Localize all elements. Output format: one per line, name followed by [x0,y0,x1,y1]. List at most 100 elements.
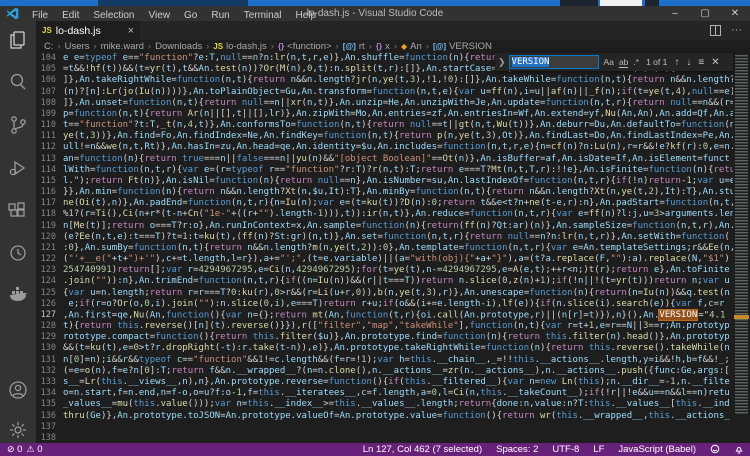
code-line-128[interactable]: 128t){return this.reverse()[n](t).revers… [36,321,733,332]
code-line-110[interactable]: 110t=="function"?t:T,_t(n,4,t)},An.confo… [36,120,733,131]
code-line-106[interactable]: 106]},An.takeRightWhile=function(n,t){re… [36,75,733,86]
code-line-121[interactable]: 121:0},An.sumBy=function(n,t){return n&&… [36,243,733,254]
code-line-123[interactable]: 123254740991)return[];var r=4294967295,e… [36,265,733,276]
breadcrumb-item--function-[interactable]: {}<function> [278,41,332,52]
status-eol[interactable]: LF [593,444,604,455]
code-text: ("'+__e("+t+")+'"),c+=t.length,l=r}),a+=… [63,254,730,265]
status-encoding[interactable]: UTF-8 [552,444,579,455]
line-number: 111 [36,131,63,142]
code-line-126[interactable]: 126 e;if(r=o?Or(o,0,i).join(""):n.slice(… [36,299,733,310]
breadcrumb-item-mike-ward[interactable]: mike.ward [101,41,144,52]
code-line-133[interactable]: 133s__=Lr(this.__views__,n),n},An.protot… [36,377,733,388]
bell-icon[interactable] [734,444,744,455]
code-line-136[interactable]: 136thru(Ge)},An.prototype.toJSON=An.prot… [36,411,733,422]
status-language-mode[interactable]: JavaScript (Babel) [618,444,696,455]
code-line-132[interactable]: 132(=e=o(n),f=e?n[0]:T;return f&&n.__wra… [36,366,733,377]
code-line-127[interactable]: 127,An.first=qe,Nu(An,function(){var n={… [36,310,733,321]
breadcrumb-item-x[interactable]: {}x [376,41,390,52]
breadcrumb-item-lo-dash-js[interactable]: JSlo-dash.js [213,41,266,52]
code-line-135[interactable]: 135_values__=mu(this.value()));var n=thi… [36,399,733,410]
close-button[interactable]: ✕ [720,6,750,21]
extensions-icon[interactable] [7,200,29,222]
code-line-125[interactable]: 125{var u=n.length;return r=r===T?0:ku(r… [36,288,733,299]
menu-run[interactable]: Run [204,10,236,21]
line-number: 104 [36,53,63,64]
account-icon[interactable] [7,379,29,401]
code-text: (=e=o(n),f=e?n[0]:T;return f&&n.__wrappe… [63,366,730,377]
previous-match-icon[interactable]: ↑ [674,57,679,68]
docker-icon[interactable] [7,283,29,305]
history-clock-icon[interactable] [7,242,29,264]
code-line-107[interactable]: 107(n)?[n]:Lr(jo(Iu(n))))},An.toPlainObj… [36,87,733,98]
code-line-119[interactable]: 119n[Me(t)];return o===T?r:o},An.runInCo… [36,221,733,232]
status-indentation[interactable]: Spaces: 2 [496,444,538,455]
run-debug-icon[interactable] [7,157,29,179]
code-text: lWith=function(n,t,r){var e=(r=typeof r=… [63,165,733,176]
match-case-icon[interactable]: Aa [604,57,614,67]
line-number: 127 [36,310,63,321]
code-line-114[interactable]: 114lWith=function(n,t,r){var e=(r=typeof… [36,165,733,176]
more-actions-icon[interactable]: ··· [731,26,742,35]
code-line-117[interactable]: 117ne(Oi(t),n)},An.padEnd=function(n,t,r… [36,198,733,209]
code-line-120[interactable]: 120(e?Ee(n,t,e):t===T)?t=1:t=ku(t),(ff(n… [36,232,733,243]
find-input[interactable]: VERSION [509,55,599,69]
tab-lo-dash-js[interactable]: JS lo-dash.js × [36,21,140,40]
breadcrumb-item-c-[interactable]: C: [44,41,54,52]
code-line-129[interactable]: 129rototype.compact=function(){return th… [36,332,733,343]
split-editor-icon[interactable] [710,25,721,36]
title-bar: FileEditSelectionViewGoRunTerminalHelp l… [0,6,750,21]
breadcrumb-item-downloads[interactable]: Downloads [155,41,202,52]
code-line-116[interactable]: 116}},An.min=function(n){return n&&n.len… [36,187,733,198]
code-line-134[interactable]: 134o=n.start,f=n.end,n=f-o,o=u?f:o-1,f=t… [36,388,733,399]
code-line-130[interactable]: 130&&(t=ku(t),e=0>t?r.dropRight(-t):r.ta… [36,343,733,354]
menu-file[interactable]: File [25,10,55,21]
minimize-button[interactable]: – [660,6,690,21]
menu-go[interactable]: Go [177,10,204,21]
symbol-method-icon: {} [278,42,284,51]
tab-close-icon[interactable]: × [128,25,134,37]
code-line-108[interactable]: 108]},An.unset=function(n,t){return null… [36,98,733,109]
toggle-replace-chevron-icon[interactable]: ❯ [495,57,509,68]
menu-help[interactable]: Help [289,10,324,21]
minimap[interactable] [733,53,750,443]
code-text: t=="function"?t:T,_t(n,4,t)},An.conforms… [63,120,733,131]
code-line-115[interactable]: 115l.");return Ft(n)},An.isNil=function(… [36,176,733,187]
regex-icon[interactable]: .* [633,57,639,67]
code-line-109[interactable]: 109p=function(n,t){return Ar(n||[],t||[]… [36,109,733,120]
menu-selection[interactable]: Selection [86,10,141,21]
code-line-138[interactable]: 138 [36,433,733,443]
code-line-112[interactable]: 112ull!=n&&we(n,t,Rt)},An.hasIn=zu,An.he… [36,142,733,153]
menu-edit[interactable]: Edit [55,10,86,21]
close-find-icon[interactable]: ✕ [711,57,719,68]
code-line-113[interactable]: 113an=function(n){return true===n||false… [36,154,733,165]
code-line-111[interactable]: 111ye(t,3))},An.find=Fo,An.findIndex=Ne,… [36,131,733,142]
code-editor[interactable]: 104e e=typeof e=="function"?e:T,null==n?… [36,53,733,443]
breadcrumb-item-an[interactable]: ◆An [401,41,422,52]
code-line-124[interactable]: 124.join("")):n},An.trimEnd=function(n,t… [36,276,733,287]
next-match-icon[interactable]: ↓ [686,57,691,68]
feedback-icon[interactable] [710,444,720,455]
explorer-icon[interactable] [7,29,29,51]
breadcrumb-item-users[interactable]: Users [65,41,90,52]
errors-count[interactable]: ⊘ 0 [7,444,22,455]
menu-terminal[interactable]: Terminal [237,10,289,21]
maximize-button[interactable]: ▢ [690,6,720,21]
code-line-122[interactable]: 122("'+__e("+t+")+'"),c+=t.length,l=r}),… [36,254,733,265]
search-icon[interactable] [7,71,29,93]
code-line-131[interactable]: 131n[0]=n);i&&r&&typeof c=="function"&&1… [36,355,733,366]
breadcrumb-item-rt[interactable]: [@]rt [343,41,365,52]
find-in-selection-icon[interactable]: ≡ [698,57,704,68]
code-line-137[interactable]: 137 [36,422,733,433]
code-line-118[interactable]: 118%1?(r=Ti(),Ci(n+r*(t-n+Cn("1e-"+((r+"… [36,209,733,220]
warnings-count[interactable]: ⚠ 0 [26,444,42,455]
breadcrumb-item-version[interactable]: [@]VERSION [433,41,492,52]
breadcrumb-separator: › [365,41,376,52]
line-number: 135 [36,399,63,410]
whole-word-icon[interactable]: ab [619,57,628,68]
settings-gear-icon[interactable] [7,419,29,441]
source-control-icon[interactable] [7,114,29,136]
minimap-code [735,55,748,415]
menu-view[interactable]: View [142,10,178,21]
js-file-icon: JS [42,26,52,35]
status-cursor-position[interactable]: Ln 127, Col 462 (7 selected) [363,444,482,455]
